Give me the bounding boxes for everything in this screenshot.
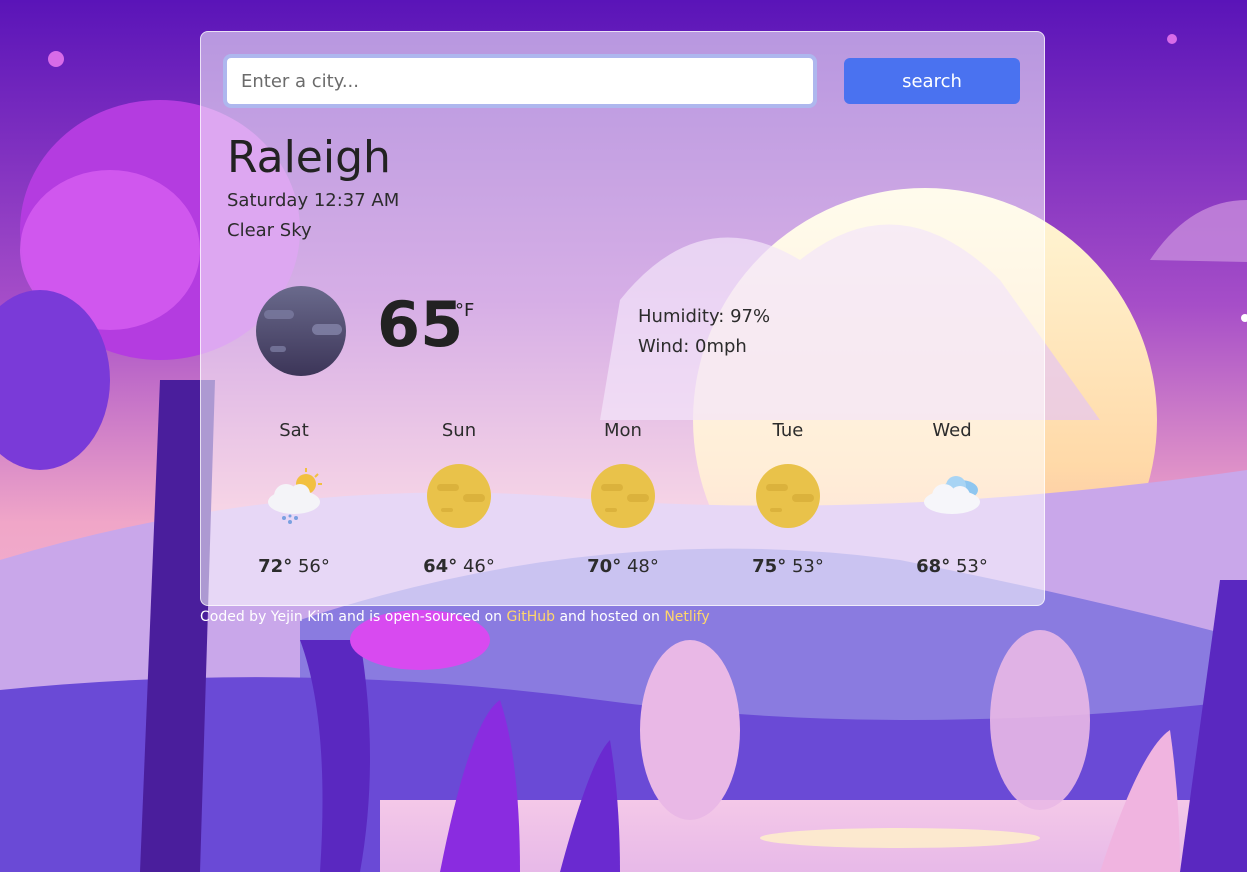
weather-condition: Clear Sky xyxy=(227,220,312,241)
forecast-high: 68° xyxy=(916,556,951,577)
forecast-temps: 70° 48° xyxy=(548,556,698,577)
footer-text: Coded by Yejin Kim and is open-sourced o… xyxy=(200,609,503,625)
forecast-day-name: Wed xyxy=(932,420,972,441)
sun-icon xyxy=(427,464,491,528)
weather-card: search Raleigh Saturday 12:37 AM Clear S… xyxy=(200,31,1045,606)
city-name: Raleigh xyxy=(227,132,391,183)
forecast-high: 64° xyxy=(423,556,458,577)
forecast-temps: 72° 56° xyxy=(219,556,369,577)
forecast-day: Sat 72° 56° xyxy=(219,420,369,585)
city-search-input[interactable] xyxy=(223,54,817,108)
forecast-day: Wed 68° 53° xyxy=(877,420,1027,585)
wind-speed: Wind: 0mph xyxy=(638,336,747,357)
forecast-high: 70° xyxy=(587,556,622,577)
forecast-high: 75° xyxy=(752,556,787,577)
forecast-temps: 64° 46° xyxy=(384,556,534,577)
forecast-temps: 68° 53° xyxy=(877,556,1027,577)
netlify-link[interactable]: Netlify xyxy=(664,609,709,625)
forecast-low: 48° xyxy=(626,556,659,577)
moon-icon xyxy=(256,286,346,376)
forecast-low: 53° xyxy=(955,556,988,577)
forecast-row: Sat 72° 56° Sun 64° 46° Mon 70° 48° Tue … xyxy=(226,420,1026,585)
footer-credits: Coded by Yejin Kim and is open-sourced o… xyxy=(200,609,710,625)
forecast-high: 72° xyxy=(258,556,293,577)
cloud-icon xyxy=(924,476,980,514)
search-button[interactable]: search xyxy=(844,58,1020,104)
forecast-day-name: Sat xyxy=(279,420,309,441)
forecast-day: Mon 70° 48° xyxy=(548,420,698,585)
forecast-day-name: Tue xyxy=(772,420,804,441)
footer-text: and hosted on xyxy=(559,609,660,625)
forecast-day-name: Mon xyxy=(604,420,642,441)
current-temperature: 65 xyxy=(377,288,464,361)
forecast-temps: 75° 53° xyxy=(713,556,863,577)
forecast-low: 56° xyxy=(297,556,330,577)
temperature-unit: °F xyxy=(455,300,475,321)
humidity: Humidity: 97% xyxy=(638,306,771,327)
partly-cloudy-rain-icon xyxy=(268,468,322,524)
forecast-day: Sun 64° 46° xyxy=(384,420,534,585)
sun-icon xyxy=(591,464,655,528)
current-datetime: Saturday 12:37 AM xyxy=(227,190,400,211)
github-link[interactable]: GitHub xyxy=(507,609,556,625)
sun-icon xyxy=(756,464,820,528)
forecast-day: Tue 75° 53° xyxy=(713,420,863,585)
forecast-low: 53° xyxy=(791,556,824,577)
forecast-day-name: Sun xyxy=(441,420,477,441)
forecast-low: 46° xyxy=(462,556,495,577)
